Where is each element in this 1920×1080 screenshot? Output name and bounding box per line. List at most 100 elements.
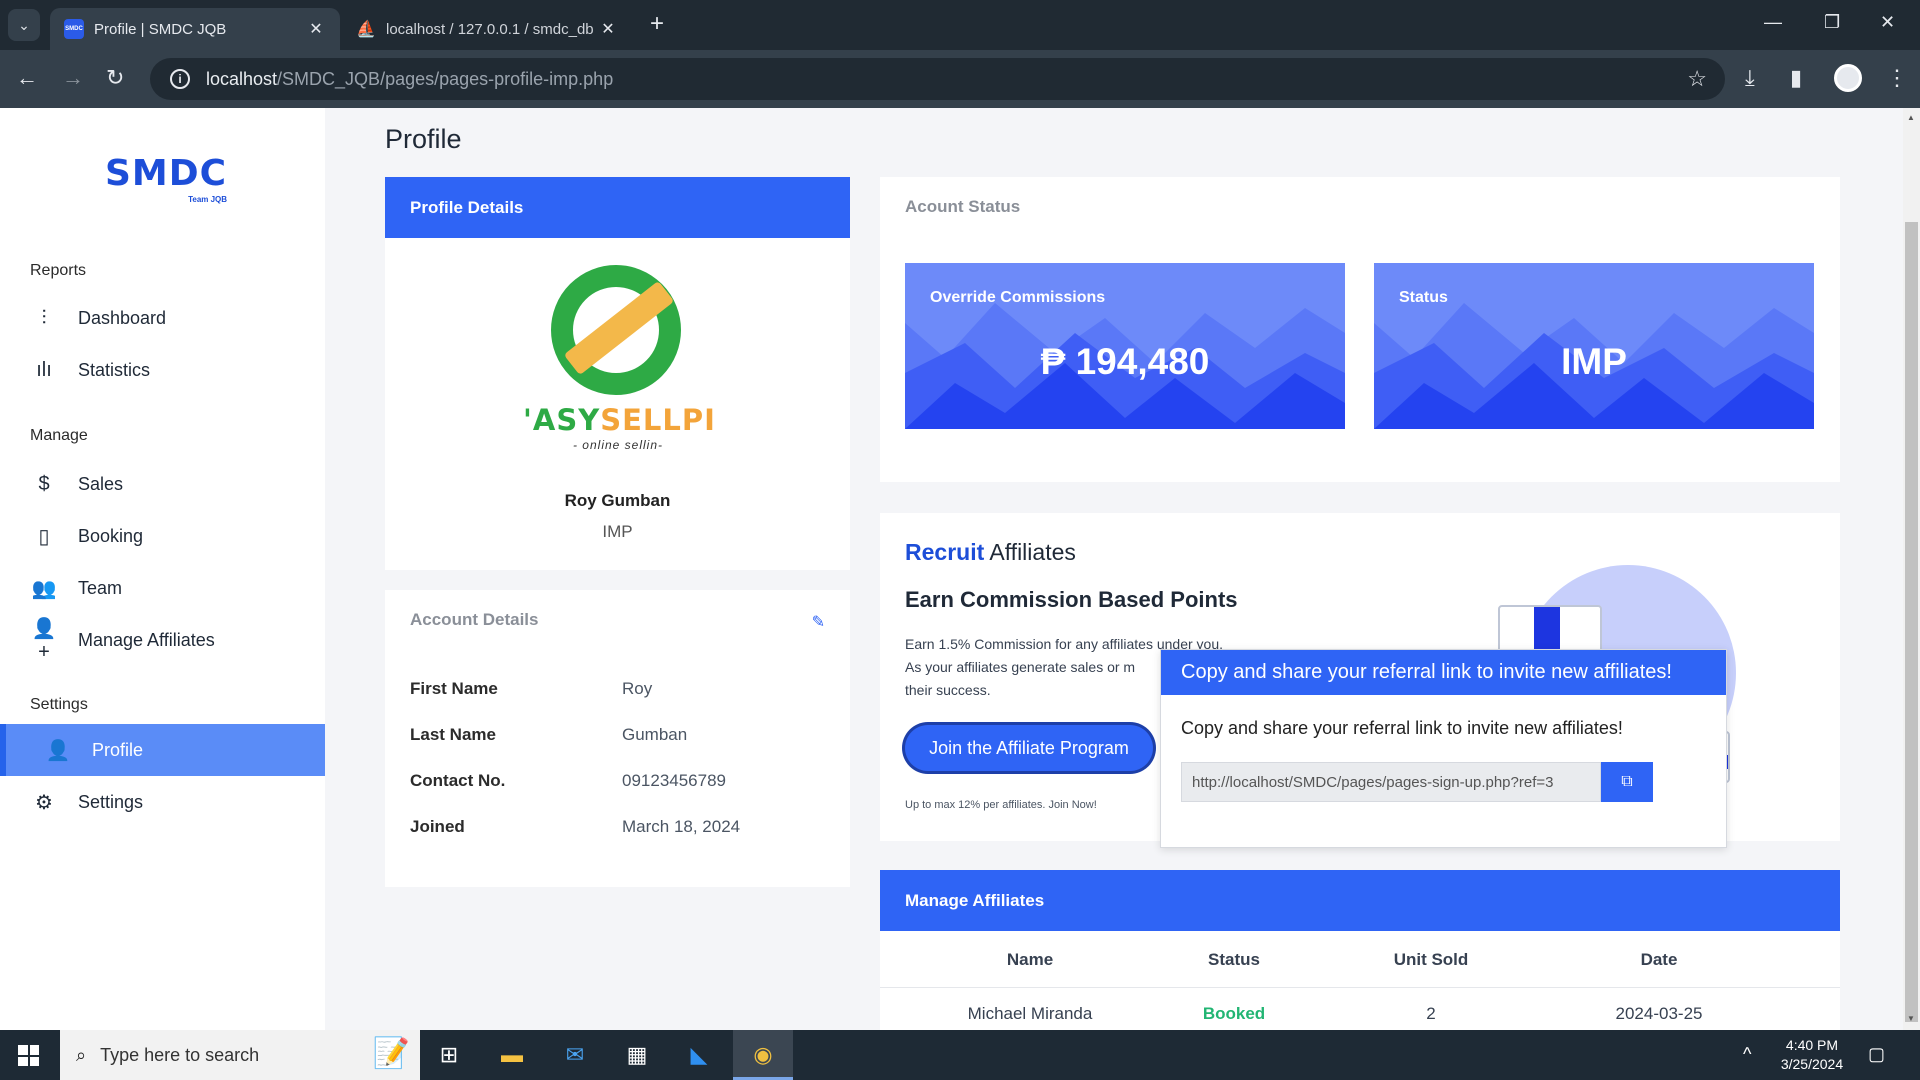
sidebar-item-booking[interactable]: ▯ Booking bbox=[0, 510, 325, 562]
row-value: March 18, 2024 bbox=[622, 817, 741, 836]
cell-units: 2 bbox=[1426, 1004, 1436, 1023]
tab-profile[interactable]: SMDC Profile | SMDC JQB ✕ bbox=[50, 8, 340, 50]
logo-text: SMDC bbox=[105, 153, 228, 194]
sidebar-item-label: Team bbox=[78, 577, 123, 598]
download-icon[interactable]: ⤓ bbox=[1745, 65, 1755, 91]
task-view-icon[interactable]: ⊞ bbox=[434, 1040, 464, 1070]
scroll-thumb[interactable] bbox=[1905, 222, 1918, 1022]
recruit-subtitle: Earn Commission Based Points bbox=[905, 587, 1238, 612]
url-text[interactable]: localhost/SMDC_JQB/pages/pages-profile-i… bbox=[206, 69, 613, 90]
row-value: Roy bbox=[622, 679, 653, 698]
users-icon: 👥 bbox=[31, 577, 57, 600]
profile-avatar[interactable] bbox=[1834, 64, 1862, 92]
row-label: Joined bbox=[410, 817, 465, 836]
account-status-title: Acount Status bbox=[905, 197, 1021, 216]
scroll-up-icon[interactable]: ▲ bbox=[1907, 113, 1915, 122]
section-manage: Manage bbox=[30, 427, 88, 444]
sidebar-item-statistics[interactable]: ılı Statistics bbox=[0, 344, 325, 396]
dollar-icon: $ bbox=[38, 472, 50, 495]
section-settings: Settings bbox=[30, 696, 88, 713]
page-scrollbar[interactable]: ▲ ▼ bbox=[1903, 108, 1920, 1030]
sidebar-item-settings[interactable]: ⚙ Settings bbox=[0, 776, 325, 828]
recruit-footnote: Up to max 12% per affiliates. Join Now! bbox=[905, 799, 1097, 811]
tab-phpmyadmin[interactable]: ⛵ localhost / 127.0.0.1 / smdc_db ✕ bbox=[342, 8, 632, 50]
column-header-units[interactable]: Unit Sold bbox=[1311, 950, 1551, 970]
reload-icon[interactable]: ↻ bbox=[106, 66, 124, 90]
search-icon: ⌕ bbox=[76, 1044, 87, 1065]
section-reports: Reports bbox=[30, 262, 87, 279]
tab-search-icon[interactable]: ⌄ bbox=[8, 9, 40, 41]
new-tab-icon[interactable]: + bbox=[650, 12, 664, 36]
mail-icon[interactable]: ✉ bbox=[560, 1040, 590, 1070]
vscode-icon[interactable]: ◣ bbox=[684, 1040, 714, 1070]
user-icon: 👤 bbox=[45, 739, 71, 762]
sidebar-item-team[interactable]: 👥 Team bbox=[0, 562, 325, 614]
sidebar-item-label: Statistics bbox=[78, 359, 151, 380]
stat-value: IMP bbox=[1561, 341, 1627, 382]
smdc-logo[interactable]: SMDC Team JQB bbox=[105, 153, 228, 204]
store-icon[interactable]: ▦ bbox=[622, 1040, 652, 1070]
override-commissions-box: Override Commissions ₱ 194,480 bbox=[905, 263, 1345, 429]
site-info-icon[interactable]: i bbox=[170, 69, 190, 89]
notification-icon[interactable]: ▢ bbox=[1868, 1044, 1885, 1065]
stat-value: ₱ 194,480 bbox=[1040, 341, 1210, 382]
stat-label: Override Commissions bbox=[930, 289, 1106, 306]
gear-icon: ⚙ bbox=[35, 791, 53, 814]
account-details-title: Account Details bbox=[410, 610, 539, 629]
sidebar-item-profile[interactable]: 👤 Profile bbox=[0, 724, 325, 776]
clock-date: 3/25/2024 bbox=[1780, 1056, 1844, 1072]
row-value: 09123456789 bbox=[622, 771, 727, 790]
row-label: Last Name bbox=[410, 725, 496, 744]
restore-icon[interactable]: ❐ bbox=[1824, 12, 1840, 33]
file-explorer-icon[interactable]: ▬ bbox=[497, 1040, 527, 1070]
sidebar-item-label: Profile bbox=[92, 739, 144, 760]
scroll-down-icon[interactable]: ▼ bbox=[1907, 1014, 1915, 1023]
tab-title: localhost / 127.0.0.1 / smdc_db bbox=[386, 20, 594, 38]
manage-affiliates-card: Manage Affiliates Name Status Unit Sold … bbox=[880, 870, 1840, 1030]
logo-subtext: Team JQB bbox=[188, 195, 228, 204]
sidebar-item-sales[interactable]: $ Sales bbox=[0, 458, 325, 510]
browser-tab-bar: ⌄ SMDC Profile | SMDC JQB ✕ ⛵ localhost … bbox=[0, 0, 1920, 50]
sidebar-item-manage-affiliates[interactable]: 👤+ Manage Affiliates bbox=[0, 614, 325, 666]
sidebar-item-label: Manage Affiliates bbox=[78, 629, 215, 650]
tray-clock[interactable]: 4:40 PM 3/25/2024 bbox=[1762, 1036, 1862, 1074]
status-box: Status IMP bbox=[1374, 263, 1814, 429]
user-plus-icon: 👤+ bbox=[31, 618, 57, 663]
back-icon[interactable]: ← bbox=[16, 66, 38, 90]
row-value: Gumban bbox=[622, 725, 688, 744]
windows-start-icon[interactable] bbox=[18, 1045, 39, 1066]
close-tab-icon[interactable]: ✕ bbox=[306, 19, 326, 39]
page-title: Profile bbox=[385, 124, 462, 154]
stat-label: Status bbox=[1399, 289, 1448, 306]
tab-title: Profile | SMDC JQB bbox=[94, 20, 227, 38]
edit-pencil-icon[interactable]: ✎ bbox=[812, 612, 825, 632]
recruit-title: Recruit Affiliates bbox=[905, 539, 1076, 565]
minimize-icon[interactable]: — bbox=[1764, 12, 1782, 33]
sidebar-item-label: Settings bbox=[78, 791, 144, 812]
chrome-icon[interactable]: ◉ bbox=[748, 1040, 778, 1070]
phpmyadmin-favicon-icon: ⛵ bbox=[356, 21, 376, 38]
sidebar-item-dashboard[interactable]: ⫶ Dashboard bbox=[0, 292, 325, 344]
popover-body: Copy and share your referral link to inv… bbox=[1181, 718, 1623, 738]
referral-link-input[interactable]: http://localhost/SMDC/pages/pages-sign-u… bbox=[1181, 762, 1601, 802]
manage-affiliates-header: Manage Affiliates bbox=[880, 870, 1840, 931]
more-menu-icon[interactable]: ⋮ bbox=[1886, 65, 1908, 91]
table-header-row: Name Status Unit Sold Date bbox=[880, 931, 1840, 988]
taskbar-search[interactable]: ⌕ Type here to search 📝 bbox=[60, 1030, 420, 1080]
row-label: Contact No. bbox=[410, 771, 506, 790]
bookmark-star-icon[interactable]: ☆ bbox=[1687, 66, 1707, 92]
column-header-date[interactable]: Date bbox=[1539, 950, 1779, 970]
cell-date: 2024-03-25 bbox=[1615, 1004, 1703, 1023]
join-affiliate-program-button[interactable]: Join the Affiliate Program bbox=[905, 725, 1153, 771]
table-row[interactable]: Michael Miranda Booked 2 2024-03-25 bbox=[880, 988, 1840, 1030]
address-bar[interactable]: i localhost/SMDC_JQB/pages/pages-profile… bbox=[150, 58, 1725, 100]
book-icon: ▯ bbox=[38, 525, 50, 548]
sidebar-item-label: Booking bbox=[78, 525, 144, 546]
copy-link-button[interactable]: ⧉ bbox=[1601, 762, 1653, 802]
close-tab-icon[interactable]: ✕ bbox=[598, 19, 618, 39]
brand-wordmark: 'ASYSELLPI bbox=[523, 403, 716, 437]
side-panel-icon[interactable]: ▮ bbox=[1790, 65, 1802, 91]
tray-chevron-icon[interactable]: ^ bbox=[1743, 1044, 1751, 1065]
forward-icon[interactable]: → bbox=[62, 66, 84, 90]
close-window-icon[interactable]: ✕ bbox=[1880, 12, 1895, 33]
